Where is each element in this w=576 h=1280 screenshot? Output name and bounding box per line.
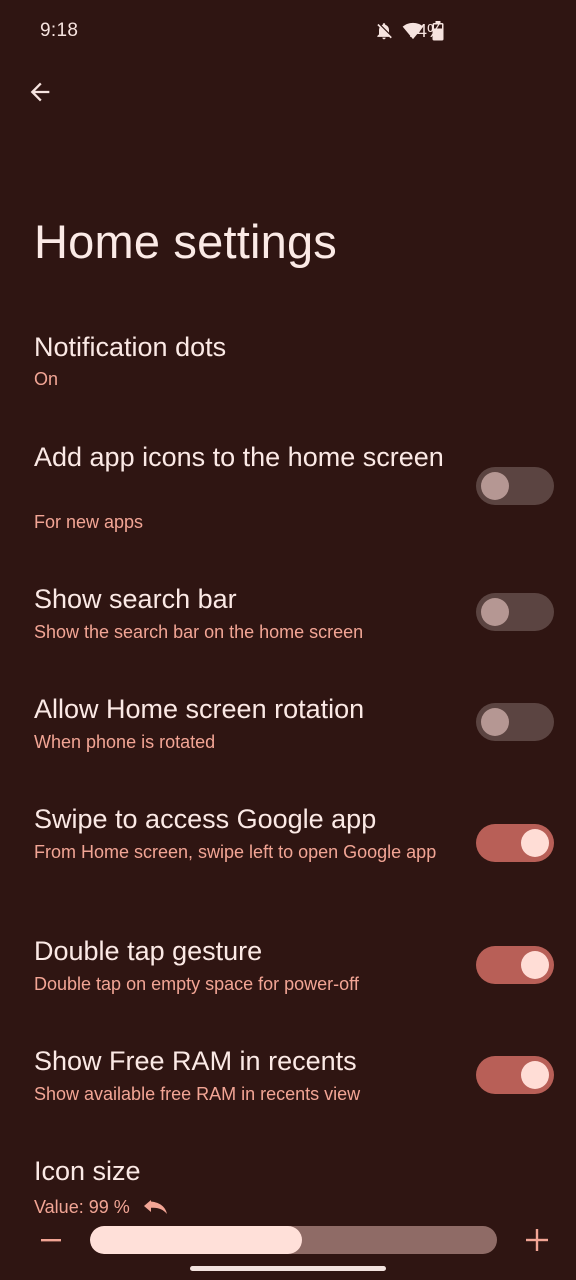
status-bar: 9:18 74% bbox=[0, 0, 576, 64]
show-search-bar-toggle[interactable] bbox=[476, 593, 554, 631]
toggle-thumb bbox=[481, 708, 509, 736]
status-time: 9:18 bbox=[40, 20, 79, 41]
setting-summary: When phone is rotated bbox=[34, 732, 216, 752]
setting-title: Show search bar bbox=[34, 584, 237, 614]
icon-size-slider-fill bbox=[90, 1226, 302, 1254]
setting-double-tap-gesture[interactable]: Double tap gesture Double tap on empty s… bbox=[0, 925, 576, 1015]
double-tap-gesture-toggle[interactable] bbox=[476, 946, 554, 984]
setting-icon-size: Icon size Value: 99 % bbox=[0, 1145, 576, 1225]
toggle-thumb bbox=[481, 598, 509, 626]
icon-size-value: Value: 99 % bbox=[34, 1197, 130, 1217]
setting-title: Double tap gesture bbox=[34, 936, 263, 966]
navigation-handle[interactable] bbox=[190, 1266, 386, 1271]
setting-summary: Show available free RAM in recents view bbox=[34, 1084, 361, 1104]
back-button[interactable] bbox=[18, 70, 62, 114]
setting-summary: Double tap on empty space for power-off bbox=[34, 974, 359, 994]
decrease-icon-size-button[interactable] bbox=[34, 1220, 68, 1260]
setting-title: Swipe to access Google app bbox=[34, 804, 377, 834]
page-title: Home settings bbox=[34, 215, 338, 268]
toggle-thumb bbox=[521, 1061, 549, 1089]
setting-show-search-bar[interactable]: Show search bar Show the search bar on t… bbox=[0, 573, 576, 663]
toggle-thumb bbox=[521, 829, 549, 857]
add-app-icons-toggle[interactable] bbox=[476, 467, 554, 505]
setting-summary: On bbox=[34, 369, 59, 389]
icon-size-slider[interactable] bbox=[90, 1226, 497, 1254]
setting-free-ram-recents[interactable]: Show Free RAM in recents Show available … bbox=[0, 1035, 576, 1125]
setting-home-screen-rotation[interactable]: Allow Home screen rotation When phone is… bbox=[0, 683, 576, 773]
setting-summary: From Home screen, swipe left to open Goo… bbox=[34, 842, 437, 862]
toggle-thumb bbox=[481, 472, 509, 500]
minus-icon bbox=[41, 1239, 61, 1242]
setting-swipe-google-app[interactable]: Swipe to access Google app From Home scr… bbox=[0, 793, 576, 903]
undo-icon[interactable] bbox=[142, 1196, 174, 1218]
setting-add-app-icons[interactable]: Add app icons to the home screen For new… bbox=[0, 430, 576, 550]
arrow-left-icon bbox=[30, 82, 50, 102]
setting-title: Notification dots bbox=[34, 332, 227, 362]
toggle-thumb bbox=[521, 951, 549, 979]
plus-icon bbox=[526, 1229, 548, 1251]
setting-notification-dots[interactable]: Notification dots On bbox=[0, 320, 576, 410]
increase-icon-size-button[interactable] bbox=[518, 1220, 556, 1260]
setting-summary: For new apps bbox=[34, 512, 144, 532]
setting-summary: Show the search bar on the home screen bbox=[34, 622, 364, 642]
battery-percentage: 74% bbox=[407, 21, 444, 41]
setting-title: Add app icons to the home screen bbox=[34, 442, 444, 472]
setting-title: Allow Home screen rotation bbox=[34, 694, 365, 724]
setting-title: Icon size bbox=[34, 1156, 141, 1186]
notifications-off-icon bbox=[374, 21, 394, 46]
setting-title: Show Free RAM in recents bbox=[34, 1046, 357, 1076]
home-screen-rotation-toggle[interactable] bbox=[476, 703, 554, 741]
swipe-google-app-toggle[interactable] bbox=[476, 824, 554, 862]
free-ram-recents-toggle[interactable] bbox=[476, 1056, 554, 1094]
